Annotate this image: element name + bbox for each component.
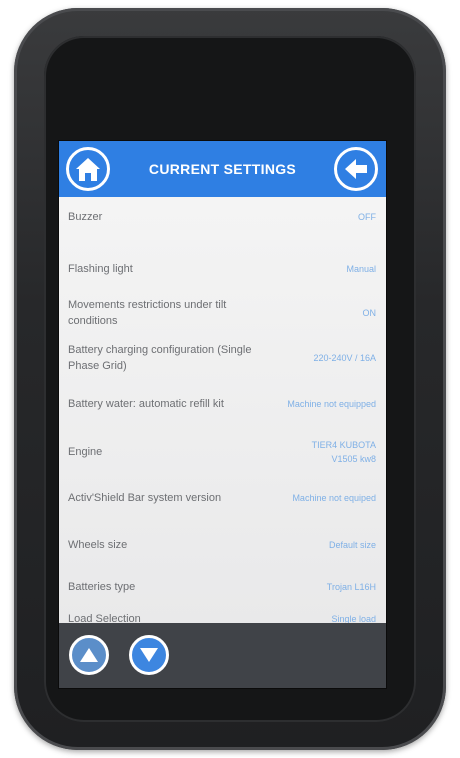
arrow-up-icon [80,648,98,662]
page-title: CURRENT SETTINGS [148,161,297,177]
back-button[interactable] [334,147,378,191]
setting-row-activshield: Activ'Shield Bar system version Machine … [59,477,386,519]
setting-value: OFF [358,212,376,222]
setting-row-engine: Engine TIER4 KUBOTA V1505 kw8 [59,431,386,473]
setting-label: Buzzer [68,211,103,223]
setting-row-load-selection: Load Selection Single load [59,601,386,623]
setting-label: Flashing light [68,263,133,275]
setting-row-wheels-size: Wheels size Default size [59,525,386,565]
setting-value: Manual [346,264,376,274]
scroll-down-button[interactable] [129,635,169,675]
arrow-left-icon [345,159,367,179]
setting-row-tilt-restrictions: Movements restrictions under tilt condit… [59,293,386,333]
setting-label: Load Selection [68,613,141,623]
scroll-up-button[interactable] [69,635,109,675]
settings-list[interactable]: Buzzer OFF Flashing light Manual Movemen… [59,197,386,623]
setting-value: Machine not equipped [287,399,376,409]
arrow-down-icon [140,648,158,662]
header-bar: CURRENT SETTINGS [59,141,386,197]
setting-value: Single load [331,614,376,623]
setting-label: Battery water: automatic refill kit [68,398,224,410]
setting-row-battery-water: Battery water: automatic refill kit Mach… [59,383,386,425]
setting-label: Wheels size [68,539,128,551]
setting-value: TIER4 KUBOTA V1505 kw8 [311,440,376,464]
home-icon [76,158,100,181]
setting-value: 220-240V / 16A [313,353,376,363]
setting-label: Battery charging configuration (Single P… [68,344,252,372]
setting-value: Trojan L16H [326,582,376,592]
setting-label: Engine [68,446,103,458]
setting-label: Movements restrictions under tilt condit… [68,299,227,327]
setting-label: Activ'Shield Bar system version [68,492,222,504]
setting-row-battery-charging: Battery charging configuration (Single P… [59,337,386,379]
setting-value: Machine not equiped [292,493,376,503]
home-button[interactable] [66,147,110,191]
setting-label: Batteries type [68,581,136,593]
setting-row-flashing-light: Flashing light Manual [59,249,386,289]
touch-screen: CURRENT SETTINGS Buzzer OFF Flashing lig… [58,140,387,689]
setting-value: Default size [328,540,376,550]
footer-bar [59,623,386,688]
setting-row-buzzer: Buzzer OFF [59,197,386,237]
setting-value: ON [362,308,377,318]
